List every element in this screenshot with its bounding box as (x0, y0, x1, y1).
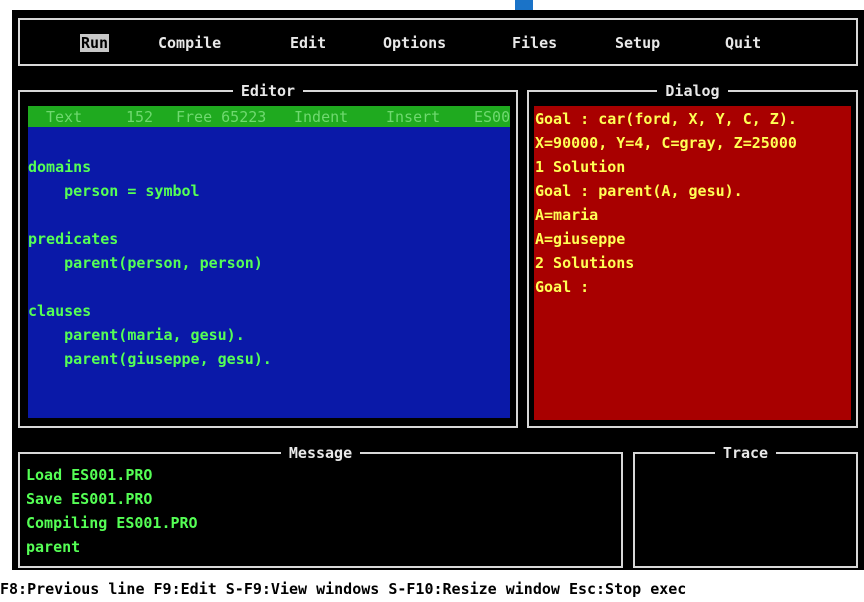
dialog-line: Goal : parent(A, gesu). (535, 182, 743, 200)
dialog-line: A=maria (535, 206, 599, 224)
code-line: predicates (28, 230, 119, 248)
editor-status-bar: Text 152 Free 65223 Indent Insert ES00 (28, 106, 510, 127)
dialog-window[interactable]: Dialog Goal : car(ford, X, Y, C, Z). X=9… (527, 82, 858, 428)
status-cursor-position: 152 (126, 108, 154, 126)
dialog-line: 2 Solutions (535, 254, 635, 272)
message-line: Load ES001.PRO (26, 466, 153, 484)
menu-edit[interactable]: Edit (290, 34, 326, 52)
status-insert: Insert (386, 108, 441, 126)
message-title: Message (280, 444, 361, 462)
code-line: domains (28, 158, 92, 176)
dialog-line: Goal : car(ford, X, Y, C, Z). (535, 110, 797, 128)
dialog-line: 1 Solution (535, 158, 626, 176)
dialog-title: Dialog (657, 82, 728, 100)
status-text-label: Text (46, 108, 83, 126)
editor-title: Editor (232, 82, 304, 100)
menu-compile[interactable]: Compile (158, 34, 221, 52)
menu-options[interactable]: Options (383, 34, 446, 52)
status-free-memory: Free 65223 (176, 108, 267, 126)
menu-quit[interactable]: Quit (725, 34, 761, 52)
code-line: parent(person, person) (28, 254, 263, 272)
message-line: Compiling ES001.PRO (26, 514, 198, 532)
dialog-goal-prompt[interactable]: Goal : (535, 278, 589, 296)
editor-window[interactable]: Editor Text 152 Free 65223 Indent Insert… (18, 82, 518, 428)
message-line: Save ES001.PRO (26, 490, 153, 508)
message-line: parent (26, 538, 81, 556)
trace-window: Trace (633, 444, 858, 568)
menu-setup[interactable]: Setup (615, 34, 660, 52)
menu-files[interactable]: Files (512, 34, 557, 52)
turbo-prolog-screen: Run Compile Edit Options Files Setup Qui… (0, 0, 864, 602)
dialog-line: X=90000, Y=4, C=gray, Z=25000 (535, 134, 797, 152)
status-indent: Indent (294, 108, 349, 126)
code-line: parent(maria, gesu). (28, 326, 245, 344)
status-file-name: ES00 (474, 108, 510, 126)
main-menu-bar: Run Compile Edit Options Files Setup Qui… (18, 18, 858, 66)
top-accent-strip (515, 0, 533, 10)
code-line: parent(giuseppe, gesu). (28, 350, 272, 368)
function-key-hints: F8:Previous line F9:Edit S-F9:View windo… (0, 580, 687, 598)
message-window: Message Load ES001.PRO Save ES001.PRO Co… (18, 444, 623, 568)
code-line: clauses (28, 302, 92, 320)
code-line: person = symbol (28, 182, 200, 200)
trace-title: Trace (714, 444, 777, 462)
dialog-line: A=giuseppe (535, 230, 626, 248)
menu-run[interactable]: Run (80, 34, 110, 52)
